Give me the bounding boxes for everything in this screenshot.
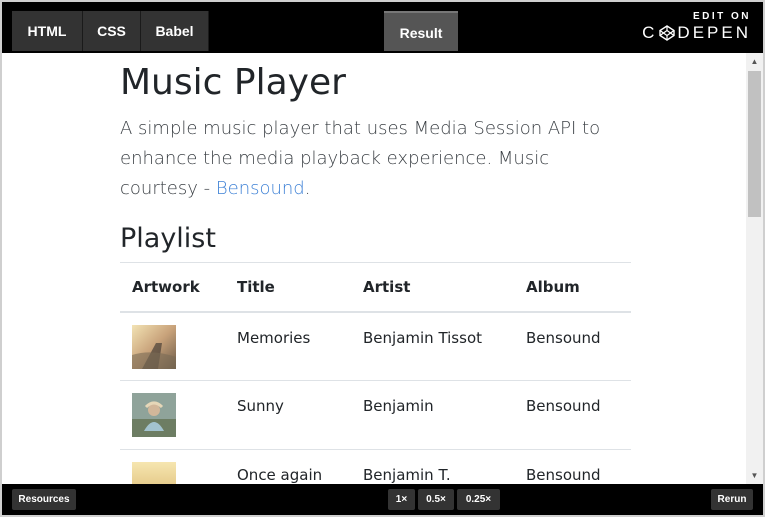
zoom-0.25x-button[interactable]: 0.25×: [457, 489, 500, 510]
artist-cell: Benjamin Tissot: [351, 311, 514, 381]
table-row[interactable]: Once again Benjamin T. Bensound: [120, 449, 631, 484]
title-cell: Once again: [225, 449, 351, 484]
lead-text: A simple music player that uses Media Se…: [120, 118, 601, 199]
editor-tabs: HTML CSS Babel: [12, 11, 209, 51]
scroll-up-arrow-icon[interactable]: ▲: [746, 53, 763, 70]
codepen-logo-rest: DEPEN: [677, 23, 751, 42]
zoom-1x-button[interactable]: 1×: [388, 489, 415, 510]
codepen-logo: C DEPEN: [642, 23, 751, 43]
title-cell: Sunny: [225, 380, 351, 450]
tab-css[interactable]: CSS: [83, 11, 141, 51]
artwork-cell: [120, 449, 225, 484]
table-row[interactable]: Sunny Benjamin Bensound: [120, 380, 631, 450]
column-artist: Artist: [351, 262, 514, 313]
artwork-image-child: [132, 393, 176, 437]
zoom-0.5x-button[interactable]: 0.5×: [418, 489, 454, 510]
resources-button[interactable]: Resources: [12, 489, 76, 510]
artist-cell: Benjamin: [351, 380, 514, 450]
codepen-cube-icon: [659, 25, 676, 41]
tab-html[interactable]: HTML: [12, 11, 83, 51]
scroll-down-arrow-icon[interactable]: ▼: [746, 467, 763, 484]
page-title: Music Player: [120, 62, 346, 103]
result-viewport: Music Player A simple music player that …: [2, 53, 746, 484]
playlist-heading: Playlist: [120, 223, 216, 254]
album-cell: Bensound: [514, 311, 631, 381]
scroll-thumb[interactable]: [748, 71, 761, 217]
album-cell: Bensound: [514, 380, 631, 450]
editor-toolbar: HTML CSS Babel Result EDIT ON C DEPEN: [2, 2, 763, 53]
column-title: Title: [225, 262, 351, 313]
vertical-scrollbar[interactable]: ▲ ▼: [746, 53, 763, 484]
codepen-embed: HTML CSS Babel Result EDIT ON C DEPEN Mu…: [0, 0, 765, 517]
title-cell: Memories: [225, 311, 351, 381]
page-description: A simple music player that uses Media Se…: [120, 114, 631, 204]
column-artwork: Artwork: [120, 262, 225, 313]
bensound-link[interactable]: Bensound: [216, 178, 305, 199]
tab-babel[interactable]: Babel: [141, 11, 209, 51]
artwork-cell: [120, 380, 225, 450]
album-cell: Bensound: [514, 449, 631, 484]
artist-cell: Benjamin T.: [351, 449, 514, 484]
artwork-image-road: [132, 324, 176, 369]
table-row[interactable]: Memories Benjamin Tissot Bensound: [120, 311, 631, 381]
rerun-button[interactable]: Rerun: [711, 489, 753, 510]
column-album: Album: [514, 262, 631, 313]
edit-on-codepen-link[interactable]: EDIT ON C DEPEN: [642, 11, 751, 43]
artwork-cell: [120, 311, 225, 381]
table-header-row: Artwork Title Artist Album: [120, 262, 631, 313]
lead-end: .: [304, 178, 311, 199]
playlist-table: Artwork Title Artist Album Memories Benj…: [120, 262, 631, 484]
edit-on-label: EDIT ON: [692, 11, 751, 22]
tab-result[interactable]: Result: [384, 11, 458, 51]
artwork-image-field: [132, 462, 176, 484]
codepen-logo-c: C: [642, 23, 658, 42]
page-content: Music Player A simple music player that …: [120, 53, 631, 484]
embed-footer: Resources 1× 0.5× 0.25× Rerun: [2, 484, 763, 515]
